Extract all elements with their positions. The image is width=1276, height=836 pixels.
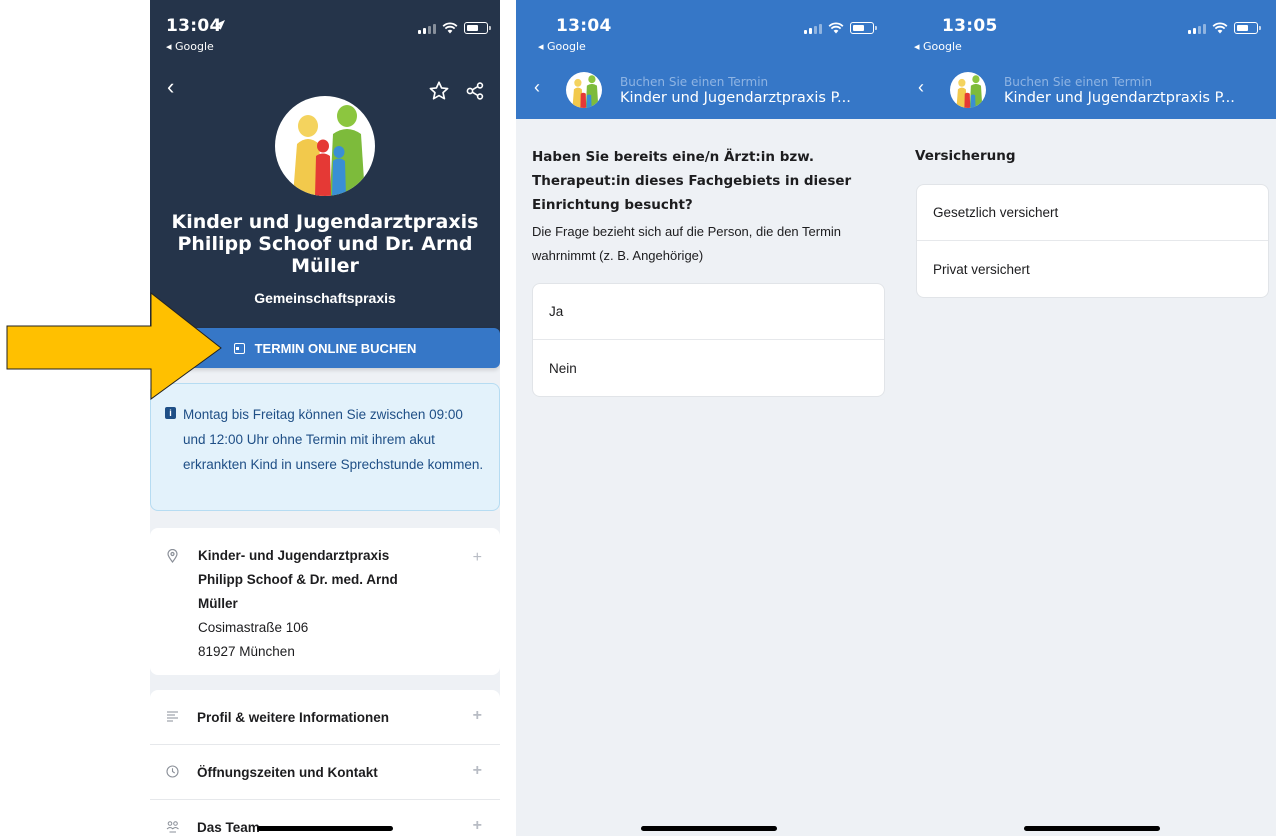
- status-bar: 13:05 ◂ Google: [900, 0, 1276, 56]
- question-title: Haben Sie bereits eine/n Ärzt:in bzw. Th…: [532, 149, 852, 213]
- wifi-icon: [828, 22, 844, 34]
- menu-item-label: Öffnungszeiten und Kontakt: [197, 764, 378, 780]
- option-yes[interactable]: Ja: [533, 284, 884, 340]
- walk-in-info-text: Montag bis Freitag können Sie zwischen 0…: [183, 407, 484, 472]
- practice-logo: [275, 96, 375, 196]
- address-card[interactable]: Kinder- und Jugendarztpraxis Philipp Sch…: [150, 528, 500, 675]
- battery-icon: [850, 22, 877, 34]
- system-indicators: [804, 22, 877, 34]
- back-to-app-link[interactable]: ◂ Google: [914, 40, 962, 53]
- back-to-app-link[interactable]: ◂ Google: [166, 40, 214, 53]
- home-indicator[interactable]: [257, 826, 393, 831]
- menu-item-label: Das Team: [197, 820, 260, 835]
- insurance-options: Gesetzlich versichert Privat versichert: [916, 184, 1269, 298]
- address-city: 81927 München: [198, 644, 295, 659]
- book-online-label: TERMIN ONLINE BUCHEN: [254, 340, 417, 356]
- system-indicators: [1188, 22, 1261, 34]
- menu-item-profile[interactable]: Profil & weitere Informationen +: [150, 690, 500, 745]
- status-time: 13:04: [556, 16, 612, 36]
- info-icon: i: [165, 407, 176, 419]
- practice-logo: [950, 72, 986, 108]
- header-title: Kinder und Jugendarztpraxis P...: [1004, 90, 1235, 106]
- answer-options: Ja Nein: [532, 283, 885, 397]
- header-title: Kinder und Jugendarztpraxis P...: [620, 90, 851, 106]
- calendar-icon: [233, 342, 245, 354]
- option-no[interactable]: Nein: [533, 340, 884, 396]
- header-subtitle: Buchen Sie einen Termin: [620, 75, 769, 89]
- menu-item-opening-hours[interactable]: Öffnungszeiten und Kontakt +: [150, 745, 500, 800]
- question-hint: Die Frage bezieht sich auf die Person, d…: [532, 224, 842, 263]
- back-chevron-icon[interactable]: ‹: [918, 77, 924, 98]
- text-lines-icon: [167, 711, 178, 722]
- home-indicator[interactable]: [641, 826, 777, 831]
- practice-name: Kinder und Jugendarztpraxis Philipp Scho…: [171, 211, 479, 277]
- booking-header: 13:05 ◂ Google ‹ Buchen Sie einen Termin…: [900, 0, 1276, 119]
- booking-header: 13:04 ◂ Google ‹ Buchen Sie einen Termin…: [516, 0, 900, 119]
- battery-icon: [1234, 22, 1261, 34]
- header-subtitle: Buchen Sie einen Termin: [1004, 75, 1153, 89]
- practice-profile-screen: 13:04 ◂ Google ‹ Kinder und Jugendarztpr…: [150, 0, 500, 836]
- signal-icon: [804, 23, 822, 34]
- wifi-icon: [1212, 22, 1228, 34]
- location-pin-icon: [167, 549, 178, 563]
- menu-item-label: Profil & weitere Informationen: [197, 709, 390, 725]
- status-time: 13:05: [942, 16, 998, 36]
- battery-icon: [464, 22, 491, 34]
- favorite-star-icon[interactable]: [428, 80, 450, 102]
- address-practice-name: Kinder- und Jugendarztpraxis Philipp Sch…: [198, 548, 398, 611]
- composite-screenshot: 13:04 ◂ Google ‹ Kinder und Jugendarztpr…: [0, 0, 1276, 836]
- clock-icon: [166, 765, 179, 778]
- status-bar: 13:04 ◂ Google: [516, 0, 900, 56]
- back-to-app-link[interactable]: ◂ Google: [538, 40, 586, 53]
- wifi-icon: [442, 22, 458, 34]
- expand-plus-icon[interactable]: +: [473, 817, 482, 835]
- location-arrow-icon: [215, 20, 225, 30]
- option-statutory-insurance[interactable]: Gesetzlich versichert: [917, 185, 1268, 241]
- info-menu: Profil & weitere Informationen + Öffnung…: [150, 690, 500, 836]
- expand-plus-icon[interactable]: +: [473, 762, 482, 780]
- insurance-screen: 13:05 ◂ Google ‹ Buchen Sie einen Termin…: [900, 0, 1276, 836]
- insurance-section-title: Versicherung: [915, 148, 1016, 164]
- signal-icon: [418, 23, 436, 34]
- share-icon[interactable]: [466, 82, 484, 100]
- annotation-arrow: [6, 291, 222, 400]
- home-indicator[interactable]: [1024, 826, 1160, 831]
- expand-plus-icon[interactable]: +: [473, 707, 482, 725]
- system-indicators: [418, 22, 491, 34]
- team-icon: [166, 821, 179, 833]
- practice-logo: [566, 72, 602, 108]
- walk-in-info-box: i Montag bis Freitag können Sie zwischen…: [150, 383, 500, 511]
- option-private-insurance[interactable]: Privat versichert: [917, 241, 1268, 297]
- signal-icon: [1188, 23, 1206, 34]
- booking-question-screen: 13:04 ◂ Google ‹ Buchen Sie einen Termin…: [516, 0, 900, 836]
- back-chevron-icon[interactable]: ‹: [534, 77, 540, 98]
- expand-plus-icon[interactable]: +: [473, 546, 482, 570]
- status-bar: 13:04 ◂ Google: [150, 0, 500, 56]
- back-chevron-icon[interactable]: ‹: [167, 74, 174, 100]
- address-street: Cosimastraße 106: [198, 620, 309, 635]
